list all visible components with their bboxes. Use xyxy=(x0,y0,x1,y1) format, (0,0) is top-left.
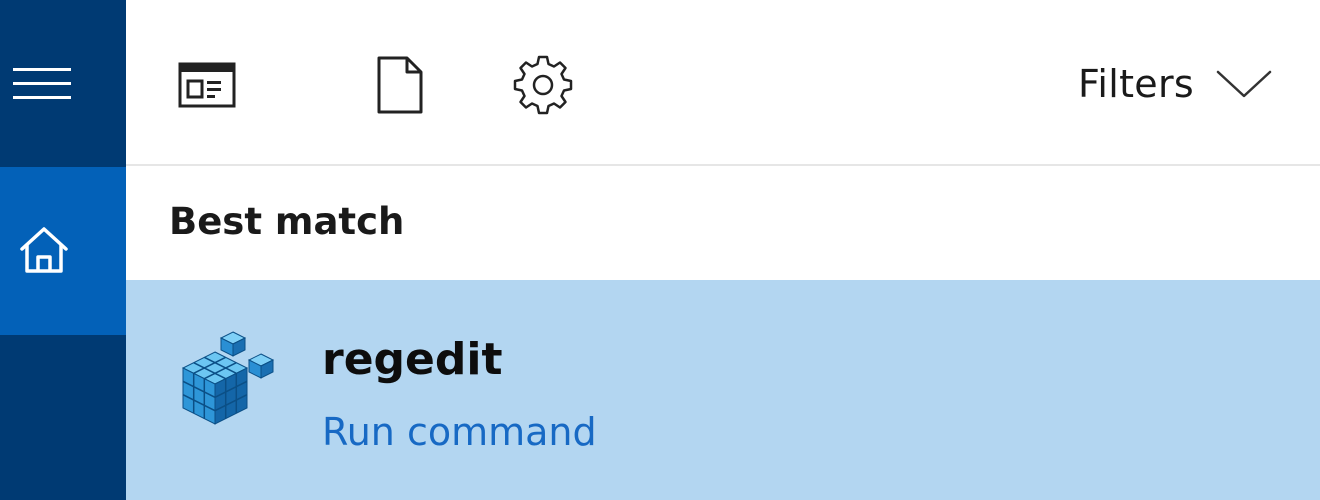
home-button[interactable] xyxy=(0,167,126,335)
settings-icon xyxy=(513,55,573,115)
result-title: regedit xyxy=(322,334,503,385)
documents-icon xyxy=(377,56,423,114)
left-rail xyxy=(0,0,126,500)
apps-icon xyxy=(178,62,236,108)
result-subtitle: Run command xyxy=(322,410,597,454)
settings-filter-button[interactable] xyxy=(512,54,574,116)
section-header: Best match xyxy=(169,200,405,243)
best-match-result[interactable]: regedit Run command xyxy=(126,280,1320,500)
main-area: Filters Best match regedit Run command xyxy=(126,0,1320,500)
documents-filter-button[interactable] xyxy=(369,54,431,116)
search-panel: Filters Best match regedit Run command xyxy=(0,0,1320,500)
filters-dropdown[interactable]: Filters xyxy=(1078,56,1272,112)
search-toolbar: Filters xyxy=(126,0,1320,166)
filters-label: Filters xyxy=(1077,62,1194,106)
menu-button[interactable] xyxy=(0,0,126,167)
chevron-down-icon xyxy=(1216,70,1272,98)
regedit-icon xyxy=(181,331,275,425)
hamburger-menu-icon xyxy=(13,67,71,99)
home-icon xyxy=(20,227,68,273)
apps-filter-button[interactable] xyxy=(176,54,238,116)
